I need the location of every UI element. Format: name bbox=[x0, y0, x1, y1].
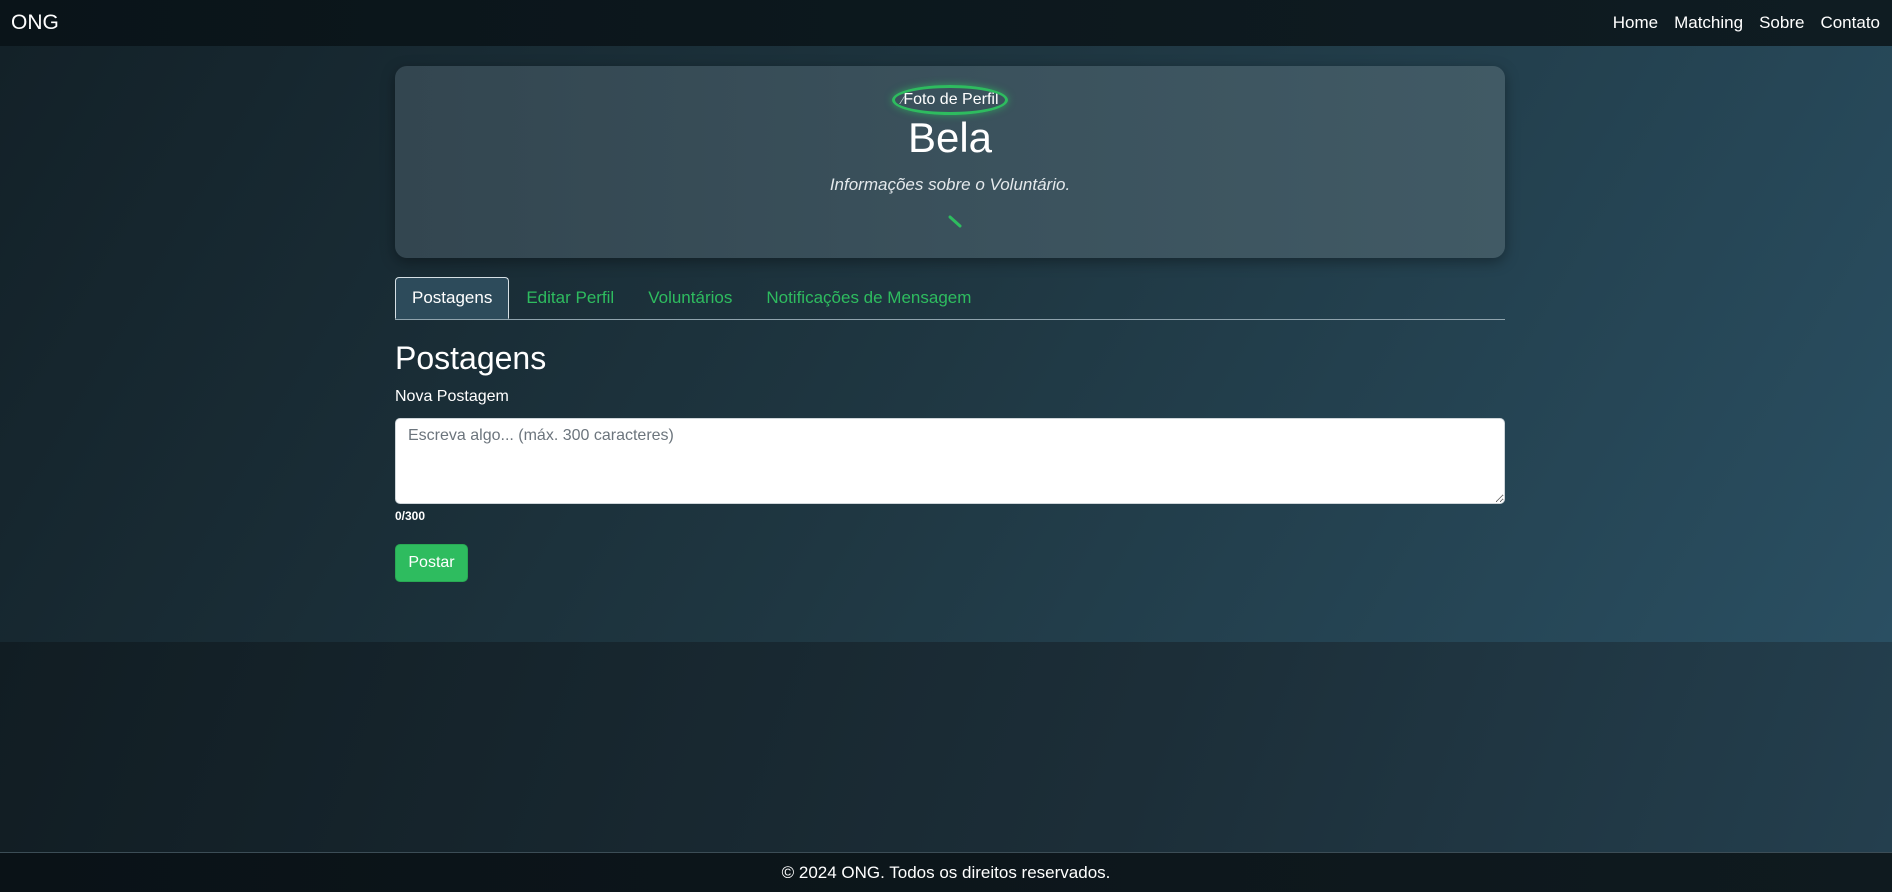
profile-photo: ⁄Foto de Perfil bbox=[892, 85, 1008, 115]
nav-link-sobre[interactable]: Sobre bbox=[1759, 13, 1804, 33]
tab-postagens[interactable]: Postagens bbox=[395, 277, 510, 319]
profile-card: ⁄Foto de Perfil Bela Informações sobre o… bbox=[395, 66, 1505, 258]
new-post-label: Nova Postagem bbox=[395, 388, 509, 405]
profile-tabs: Postagens Editar Perfil Voluntários Noti… bbox=[395, 277, 1505, 320]
tab-voluntarios[interactable]: Voluntários bbox=[631, 277, 749, 319]
post-button[interactable]: Postar bbox=[395, 544, 468, 582]
footer-copyright: © 2024 ONG. Todos os direitos reservados… bbox=[781, 863, 1111, 882]
profile-photo-alt-text: Foto de Perfil bbox=[903, 91, 999, 108]
nav-link-matching[interactable]: Matching bbox=[1674, 13, 1743, 33]
loading-spinner-icon bbox=[948, 215, 962, 228]
char-counter: 0/300 bbox=[395, 509, 426, 523]
profile-info: Informações sobre o Voluntário. bbox=[829, 175, 1071, 194]
nav-links: Home Matching Sobre Contato bbox=[1613, 13, 1880, 33]
nav-link-home[interactable]: Home bbox=[1613, 13, 1658, 33]
section-title: Postagens bbox=[395, 340, 547, 376]
profile-name: Bela bbox=[907, 114, 993, 161]
footer: © 2024 ONG. Todos os direitos reservados… bbox=[0, 852, 1892, 892]
tab-notificacoes[interactable]: Notificações de Mensagem bbox=[749, 277, 988, 319]
nav-link-contato[interactable]: Contato bbox=[1820, 13, 1880, 33]
brand-logo[interactable]: ONG bbox=[11, 11, 59, 35]
new-post-textarea[interactable] bbox=[395, 418, 1505, 504]
tab-editar-perfil[interactable]: Editar Perfil bbox=[509, 277, 631, 319]
top-navbar: ONG Home Matching Sobre Contato bbox=[0, 0, 1892, 46]
page-background bbox=[0, 642, 1892, 852]
